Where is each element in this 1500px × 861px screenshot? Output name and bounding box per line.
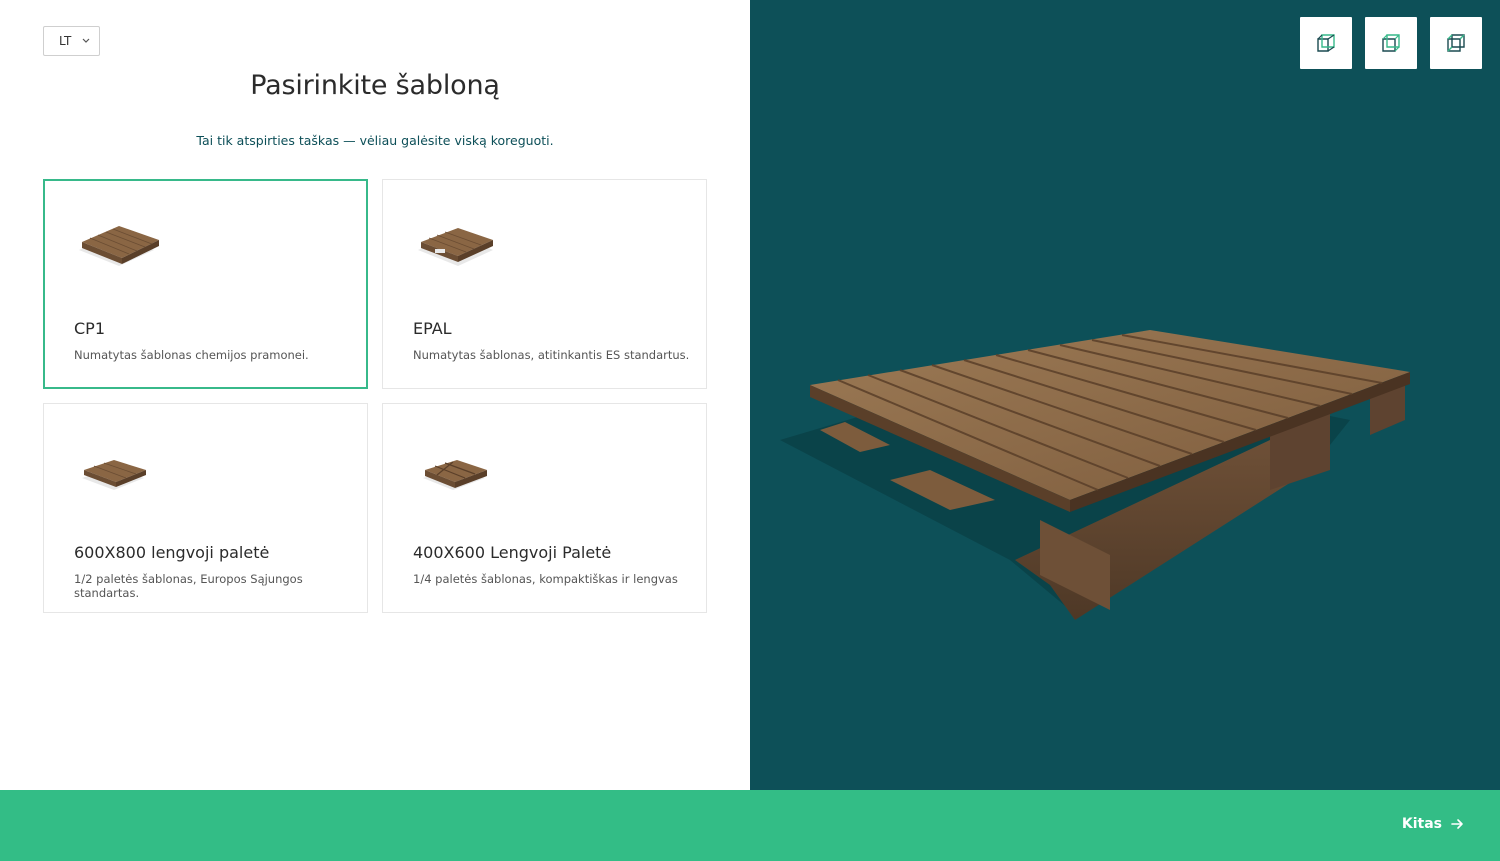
template-description: 1/4 paletės šablonas, kompaktiškas ir le…	[413, 572, 678, 586]
pallet-3d-model	[780, 330, 1410, 620]
template-card-cp1[interactable]: CP1 Numatytas šablonas chemijos pramonei…	[43, 179, 368, 389]
template-description: 1/2 paletės šablonas, Europos Sąjungos s…	[74, 572, 303, 600]
pallet-thumbnail-icon	[79, 226, 159, 266]
language-select-value: LT	[59, 34, 72, 48]
next-button[interactable]: Kitas	[1402, 816, 1464, 832]
template-card-epal[interactable]: EPAL Numatytas šablonas, atitinkantis ES…	[382, 179, 707, 389]
next-button-label: Kitas	[1401, 816, 1442, 832]
chevron-down-icon	[82, 38, 90, 43]
template-title: CP1	[74, 319, 105, 338]
3d-viewer[interactable]	[750, 0, 1500, 790]
arrow-right-icon	[1451, 819, 1463, 829]
footer-bar: Kitas	[0, 790, 1500, 861]
pallet-thumbnail-icon	[82, 460, 146, 490]
page-title: Pasirinkite šabloną	[250, 70, 500, 101]
template-title: 400X600 Lengvoji Paletė	[413, 543, 612, 562]
template-title: 600X800 lengvoji paletė	[74, 543, 270, 562]
template-description: Numatytas šablonas chemijos pramonei.	[74, 348, 309, 362]
template-selection-panel: LT Pasirinkite šabloną Tai tik atspirtie…	[0, 0, 750, 790]
template-description: Numatytas šablonas, atitinkantis ES stan…	[413, 348, 690, 362]
language-select[interactable]: LT	[43, 26, 100, 56]
pallet-thumbnail-icon	[423, 460, 487, 490]
page-subtitle: Tai tik atspirties taškas — vėliau galės…	[196, 133, 554, 148]
template-card-400x600[interactable]: 400X600 Lengvoji Paletė 1/4 paletės šabl…	[382, 403, 707, 613]
pallet-thumbnail-icon	[418, 228, 493, 266]
template-title: EPAL	[413, 319, 452, 338]
template-card-600x800[interactable]: 600X800 lengvoji paletė 1/2 paletės šabl…	[43, 403, 368, 613]
